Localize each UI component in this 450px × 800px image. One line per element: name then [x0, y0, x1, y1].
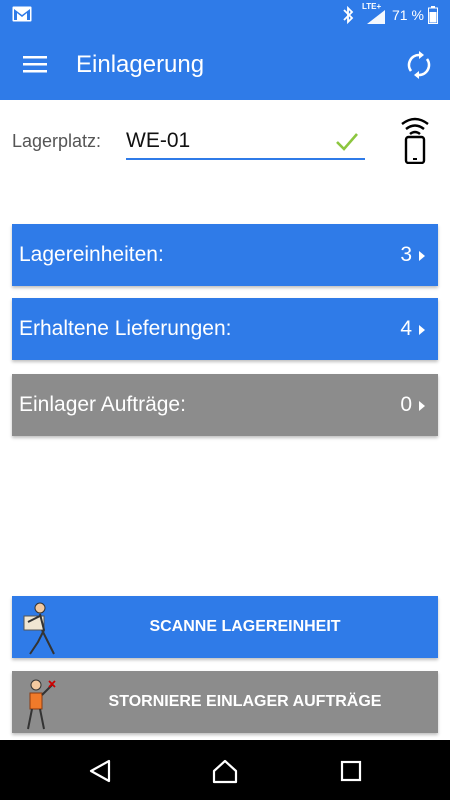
- chevron-right-icon: [419, 325, 425, 335]
- page-title: Einlagerung: [76, 51, 205, 78]
- system-nav-bar: [0, 740, 450, 800]
- location-input[interactable]: [126, 126, 326, 156]
- tile-einlager-auftraege[interactable]: Einlager Aufträge: 0: [12, 374, 438, 436]
- tile-count: 3: [400, 243, 412, 266]
- app-bar: Einlagerung: [0, 30, 450, 100]
- menu-icon[interactable]: [23, 54, 47, 74]
- tile-count: 4: [400, 317, 412, 340]
- recents-icon[interactable]: [338, 758, 364, 784]
- chevron-right-icon: [419, 401, 425, 411]
- home-icon[interactable]: [212, 758, 238, 784]
- tile-label: Einlager Aufträge:: [19, 393, 186, 416]
- tile-erhaltene-lieferungen[interactable]: Erhaltene Lieferungen: 4: [12, 298, 438, 360]
- back-icon[interactable]: [87, 758, 113, 784]
- battery-icon: [428, 6, 438, 24]
- battery-level: 71 %: [392, 7, 424, 23]
- tile-label: Erhaltene Lieferungen:: [19, 317, 232, 340]
- location-label: Lagerplatz:: [12, 131, 102, 151]
- cancel-putaway-orders-button[interactable]: STORNIERE EINLAGER AUFTRÄGE: [12, 671, 438, 733]
- button-label: SCANNE LAGEREINHEIT: [149, 618, 341, 635]
- tile-lagereinheiten[interactable]: Lagereinheiten: 3: [12, 224, 438, 286]
- status-bar: LTE+ 71 %: [0, 0, 450, 30]
- tile-count: 0: [400, 393, 412, 416]
- button-label: STORNIERE EINLAGER AUFTRÄGE: [108, 693, 382, 710]
- tile-label: Lagereinheiten:: [19, 243, 164, 266]
- chevron-right-icon: [419, 251, 425, 261]
- bluetooth-icon: [343, 5, 354, 25]
- gmail-icon: [12, 6, 32, 22]
- signal-icon: [367, 10, 385, 24]
- check-icon: [336, 133, 358, 151]
- rfid-scanner-icon[interactable]: [398, 116, 432, 164]
- scan-storage-unit-button[interactable]: SCANNE LAGEREINHEIT: [12, 596, 438, 658]
- sync-icon[interactable]: [405, 51, 433, 79]
- location-field[interactable]: [126, 124, 365, 160]
